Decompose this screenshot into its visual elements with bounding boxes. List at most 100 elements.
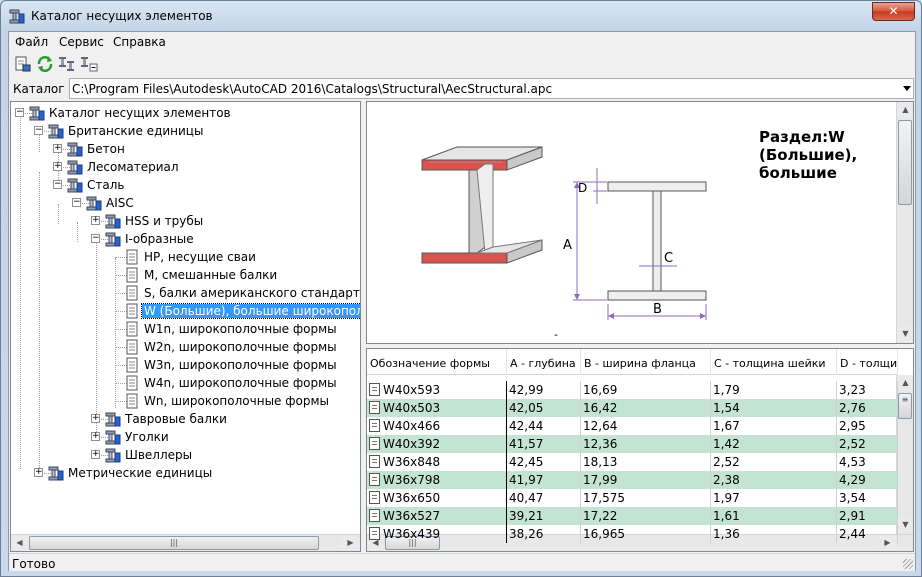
table-cell[interactable]: W40x503: [367, 399, 507, 417]
table-cell[interactable]: 17,22: [581, 507, 711, 525]
collapse-minus-icon[interactable]: −: [91, 234, 100, 243]
tree-node-label[interactable]: AISC: [104, 196, 136, 210]
tree-node-label[interactable]: Тавровые балки: [123, 412, 229, 426]
collapse-tree-icon[interactable]: [79, 54, 99, 74]
tree-node[interactable]: W1n, широкополочные формы: [11, 320, 360, 338]
table-cell[interactable]: 1,42: [711, 435, 837, 453]
tree-node[interactable]: M, смешанные балки: [11, 266, 360, 284]
column-header[interactable]: A - глубина: [507, 349, 581, 375]
expand-plus-icon[interactable]: +: [91, 450, 100, 459]
expand-tree-icon[interactable]: [57, 54, 77, 74]
tree-node-label[interactable]: Wn, широкополочные формы: [142, 394, 331, 408]
catalog-path-combo[interactable]: C:\Program Files\Autodesk\AutoCAD 2016\C…: [69, 78, 914, 99]
tree-node-label[interactable]: Метрические единицы: [66, 466, 214, 480]
catalog-tree[interactable]: ◀ ||| ▶ − Каталог несущих элементов − Брита…: [10, 101, 361, 552]
table-cell[interactable]: 16,69: [581, 381, 711, 399]
table-cell[interactable]: W36x439: [367, 525, 507, 543]
tree-node-label[interactable]: Британские единицы: [66, 124, 205, 138]
collapse-minus-icon[interactable]: −: [72, 198, 81, 207]
tree-node[interactable]: W2n, широкополочные формы: [11, 338, 360, 356]
column-header[interactable]: C - толщина шейки: [711, 349, 837, 375]
refresh-icon[interactable]: [35, 54, 55, 74]
tree-node[interactable]: + Уголки: [11, 428, 360, 446]
tree-node[interactable]: − Британские единицы: [11, 122, 360, 140]
expand-plus-icon[interactable]: +: [34, 468, 43, 477]
table-cell[interactable]: 38,26: [507, 525, 581, 543]
table-cell[interactable]: 1,79: [711, 381, 837, 399]
table-cell[interactable]: W36x798: [367, 471, 507, 489]
table-cell[interactable]: 2,38: [711, 471, 837, 489]
tree-node-label[interactable]: M, смешанные балки: [142, 268, 279, 282]
tree-node[interactable]: + Бетон: [11, 140, 360, 158]
dropdown-arrow-icon[interactable]: [903, 86, 911, 91]
table-row[interactable]: W36x439 38,26 16,965 1,36 2,44: [367, 525, 898, 543]
column-header[interactable]: Обозначение формы: [367, 349, 507, 375]
expand-plus-icon[interactable]: +: [53, 144, 62, 153]
table-row[interactable]: W40x392 41,57 12,36 1,42 2,52: [367, 435, 898, 453]
title-bar[interactable]: Каталог несущих элементов ✕: [1, 1, 921, 31]
table-cell[interactable]: 17,575: [581, 489, 711, 507]
table-row[interactable]: W36x798 41,97 17,99 2,38 4,29: [367, 471, 898, 489]
collapse-minus-icon[interactable]: −: [53, 180, 62, 189]
expand-plus-icon[interactable]: +: [53, 162, 62, 171]
column-header[interactable]: B - ширина фланца: [581, 349, 711, 375]
close-button[interactable]: ✕: [872, 2, 915, 21]
catalog-path-value[interactable]: C:\Program Files\Autodesk\AutoCAD 2016\C…: [72, 82, 552, 96]
table-cell[interactable]: W36x848: [367, 453, 507, 471]
table-cell[interactable]: 2,52: [711, 453, 837, 471]
resize-grip-icon[interactable]: [903, 559, 913, 569]
table-cell[interactable]: 41,57: [507, 435, 581, 453]
table-cell[interactable]: 4,29: [837, 471, 898, 489]
table-cell[interactable]: 3,23: [837, 381, 898, 399]
table-cell[interactable]: 16,42: [581, 399, 711, 417]
table-cell[interactable]: W36x650: [367, 489, 507, 507]
table-cell[interactable]: 2,44: [837, 525, 898, 543]
table-row[interactable]: W40x593 42,99 16,69 1,79 3,23: [367, 381, 898, 399]
menu-service[interactable]: Сервис: [59, 35, 104, 49]
table-cell[interactable]: 12,36: [581, 435, 711, 453]
tree-node-label[interactable]: Уголки: [123, 430, 171, 444]
tree-node[interactable]: + Тавровые балки: [11, 410, 360, 428]
table-cell[interactable]: W36x527: [367, 507, 507, 525]
column-header[interactable]: D - толщина: [837, 349, 898, 375]
table-cell[interactable]: 41,97: [507, 471, 581, 489]
tree-node[interactable]: + HSS и трубы: [11, 212, 360, 230]
table-cell[interactable]: 1,54: [711, 399, 837, 417]
scroll-up-icon[interactable]: ▲: [897, 102, 913, 118]
table-row[interactable]: W36x848 42,45 18,13 2,52 4,53: [367, 453, 898, 471]
tree-node-label[interactable]: W3n, широкополочные формы: [142, 358, 339, 372]
table-cell[interactable]: 2,91: [837, 507, 898, 525]
collapse-minus-icon[interactable]: −: [34, 126, 43, 135]
scroll-down-icon[interactable]: ▼: [897, 517, 913, 533]
table-cell[interactable]: 2,52: [837, 435, 898, 453]
table-cell[interactable]: W40x466: [367, 417, 507, 435]
table-row[interactable]: W40x503 42,05 16,42 1,54 2,76: [367, 399, 898, 417]
tree-node-label[interactable]: HSS и трубы: [123, 214, 205, 228]
tree-node-label[interactable]: Сталь: [85, 178, 126, 192]
tree-node-label[interactable]: W4n, широкополочные формы: [142, 376, 339, 390]
table-cell[interactable]: 42,05: [507, 399, 581, 417]
tree-node-label[interactable]: W1n, широкополочные формы: [142, 322, 339, 336]
table-row[interactable]: W36x650 40,47 17,575 1,97 3,54: [367, 489, 898, 507]
table-cell[interactable]: 42,99: [507, 381, 581, 399]
tree-node[interactable]: + Швеллеры: [11, 446, 360, 464]
tree-node[interactable]: S, балки американского стандарта: [11, 284, 360, 302]
table-cell[interactable]: 42,45: [507, 453, 581, 471]
tree-node[interactable]: − Каталог несущих элементов: [11, 104, 360, 122]
scroll-up-icon[interactable]: ▲: [897, 375, 913, 391]
tree-node[interactable]: − Сталь: [11, 176, 360, 194]
grid-vertical-scrollbar[interactable]: ▲ ≡ ▼: [896, 375, 913, 534]
scroll-right-icon[interactable]: ▶: [342, 535, 359, 551]
table-row[interactable]: W40x466 42,44 12,64 1,67 2,95: [367, 417, 898, 435]
scroll-thumb[interactable]: [898, 120, 912, 205]
tree-node-label[interactable]: Швеллеры: [123, 448, 194, 462]
tree-node[interactable]: Wn, широкополочные формы: [11, 392, 360, 410]
table-cell[interactable]: W40x392: [367, 435, 507, 453]
tree-node[interactable]: W4n, широкополочные формы: [11, 374, 360, 392]
tree-node-label[interactable]: I-образные: [123, 232, 196, 246]
table-cell[interactable]: 1,97: [711, 489, 837, 507]
tree-node[interactable]: HP, несущие сваи: [11, 248, 360, 266]
menu-file[interactable]: Файл: [15, 35, 48, 49]
table-cell[interactable]: 2,76: [837, 399, 898, 417]
table-cell[interactable]: 2,95: [837, 417, 898, 435]
